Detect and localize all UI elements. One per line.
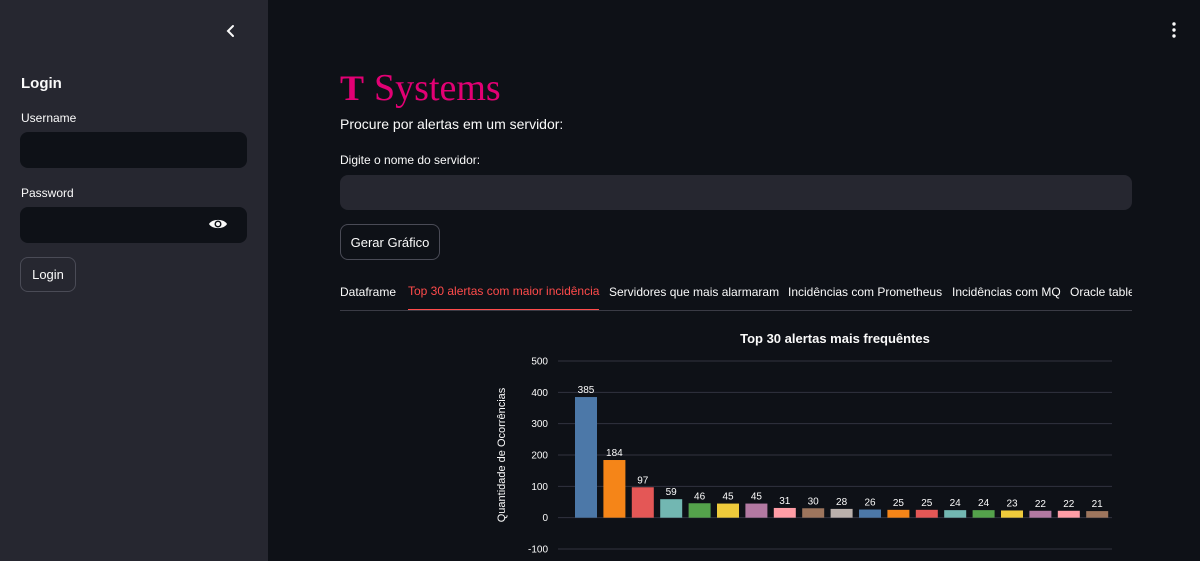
bar bbox=[830, 508, 853, 518]
data-label: 24 bbox=[950, 498, 962, 509]
bar bbox=[972, 510, 995, 518]
page-subtitle: Procure por alertas em um servidor: bbox=[340, 116, 564, 132]
y-tick-label: 300 bbox=[531, 419, 548, 430]
logo-text: Systems bbox=[374, 67, 501, 109]
bar bbox=[1057, 510, 1080, 518]
y-tick-label: 100 bbox=[531, 482, 548, 493]
sidebar: Login Username Password Login bbox=[0, 0, 268, 561]
username-label: Username bbox=[21, 111, 77, 125]
y-tick-label: 400 bbox=[531, 388, 548, 399]
data-label: 25 bbox=[893, 498, 905, 509]
data-label: 23 bbox=[1006, 498, 1018, 509]
data-label: 22 bbox=[1063, 499, 1075, 510]
bar bbox=[915, 509, 938, 518]
bar bbox=[1029, 510, 1052, 518]
data-label: 45 bbox=[751, 492, 763, 503]
logo-mark: T bbox=[340, 68, 365, 108]
bar bbox=[944, 510, 967, 518]
login-button[interactable]: Login bbox=[20, 257, 76, 292]
bar bbox=[1086, 511, 1109, 518]
y-tick-label: -100 bbox=[528, 545, 548, 556]
collapse-sidebar-button[interactable] bbox=[220, 20, 242, 42]
generate-chart-button[interactable]: Gerar Gráfico bbox=[340, 224, 440, 260]
data-label: 30 bbox=[808, 496, 820, 507]
data-label: 31 bbox=[779, 496, 791, 507]
tab-prometheus[interactable]: Incidências com Prometheus bbox=[788, 272, 942, 310]
data-label: 385 bbox=[578, 385, 595, 396]
bar bbox=[660, 499, 683, 518]
server-name-label: Digite o nome do servidor: bbox=[340, 153, 481, 167]
tab-servers-most-alarms[interactable]: Servidores que mais alarmaram bbox=[609, 272, 779, 310]
show-password-eye-icon[interactable] bbox=[208, 217, 228, 231]
data-label: 46 bbox=[694, 491, 706, 502]
tab-bar: Dataframe Top 30 alertas com maior incid… bbox=[340, 272, 1132, 311]
y-axis-label: Quantidade de Ocorrências bbox=[496, 387, 508, 522]
tab-oracle-table[interactable]: Oracle table bbox=[1070, 272, 1132, 310]
data-label: 21 bbox=[1092, 499, 1104, 510]
data-label: 26 bbox=[864, 498, 876, 509]
data-label: 97 bbox=[637, 475, 649, 486]
data-label: 184 bbox=[606, 448, 623, 459]
bar bbox=[717, 503, 739, 518]
bar bbox=[688, 503, 711, 518]
y-tick-label: 500 bbox=[531, 357, 548, 368]
bar bbox=[745, 503, 768, 518]
bar bbox=[1001, 510, 1023, 518]
data-label: 28 bbox=[836, 497, 848, 508]
bar bbox=[575, 397, 597, 518]
data-label: 25 bbox=[921, 498, 933, 509]
bar bbox=[631, 487, 654, 518]
password-label: Password bbox=[21, 186, 74, 200]
data-label: 22 bbox=[1035, 499, 1047, 510]
bar bbox=[887, 509, 910, 518]
data-label: 59 bbox=[666, 487, 678, 498]
bar bbox=[802, 508, 825, 518]
bar bbox=[773, 507, 796, 518]
tab-top-30-alerts[interactable]: Top 30 alertas com maior incidência bbox=[408, 272, 600, 310]
y-tick-label: 200 bbox=[531, 451, 548, 462]
bar bbox=[859, 509, 881, 518]
data-label: 24 bbox=[978, 498, 990, 509]
t-systems-logo: T Systems bbox=[340, 68, 501, 108]
username-field[interactable] bbox=[20, 132, 247, 168]
more-options-icon[interactable] bbox=[1167, 20, 1181, 40]
login-title: Login bbox=[21, 75, 62, 92]
data-label: 45 bbox=[722, 492, 734, 503]
bar bbox=[603, 460, 626, 518]
tab-dataframe[interactable]: Dataframe bbox=[340, 272, 396, 310]
chart-title: Top 30 alertas mais frequêntes bbox=[740, 331, 930, 346]
tab-mq[interactable]: Incidências com MQ bbox=[952, 272, 1061, 310]
bar-chart: Top 30 alertas mais frequêntes Quantidade… bbox=[496, 331, 1112, 556]
y-tick-label: 0 bbox=[542, 513, 548, 524]
server-name-input[interactable] bbox=[340, 175, 1132, 210]
chevron-left-icon bbox=[226, 25, 234, 37]
